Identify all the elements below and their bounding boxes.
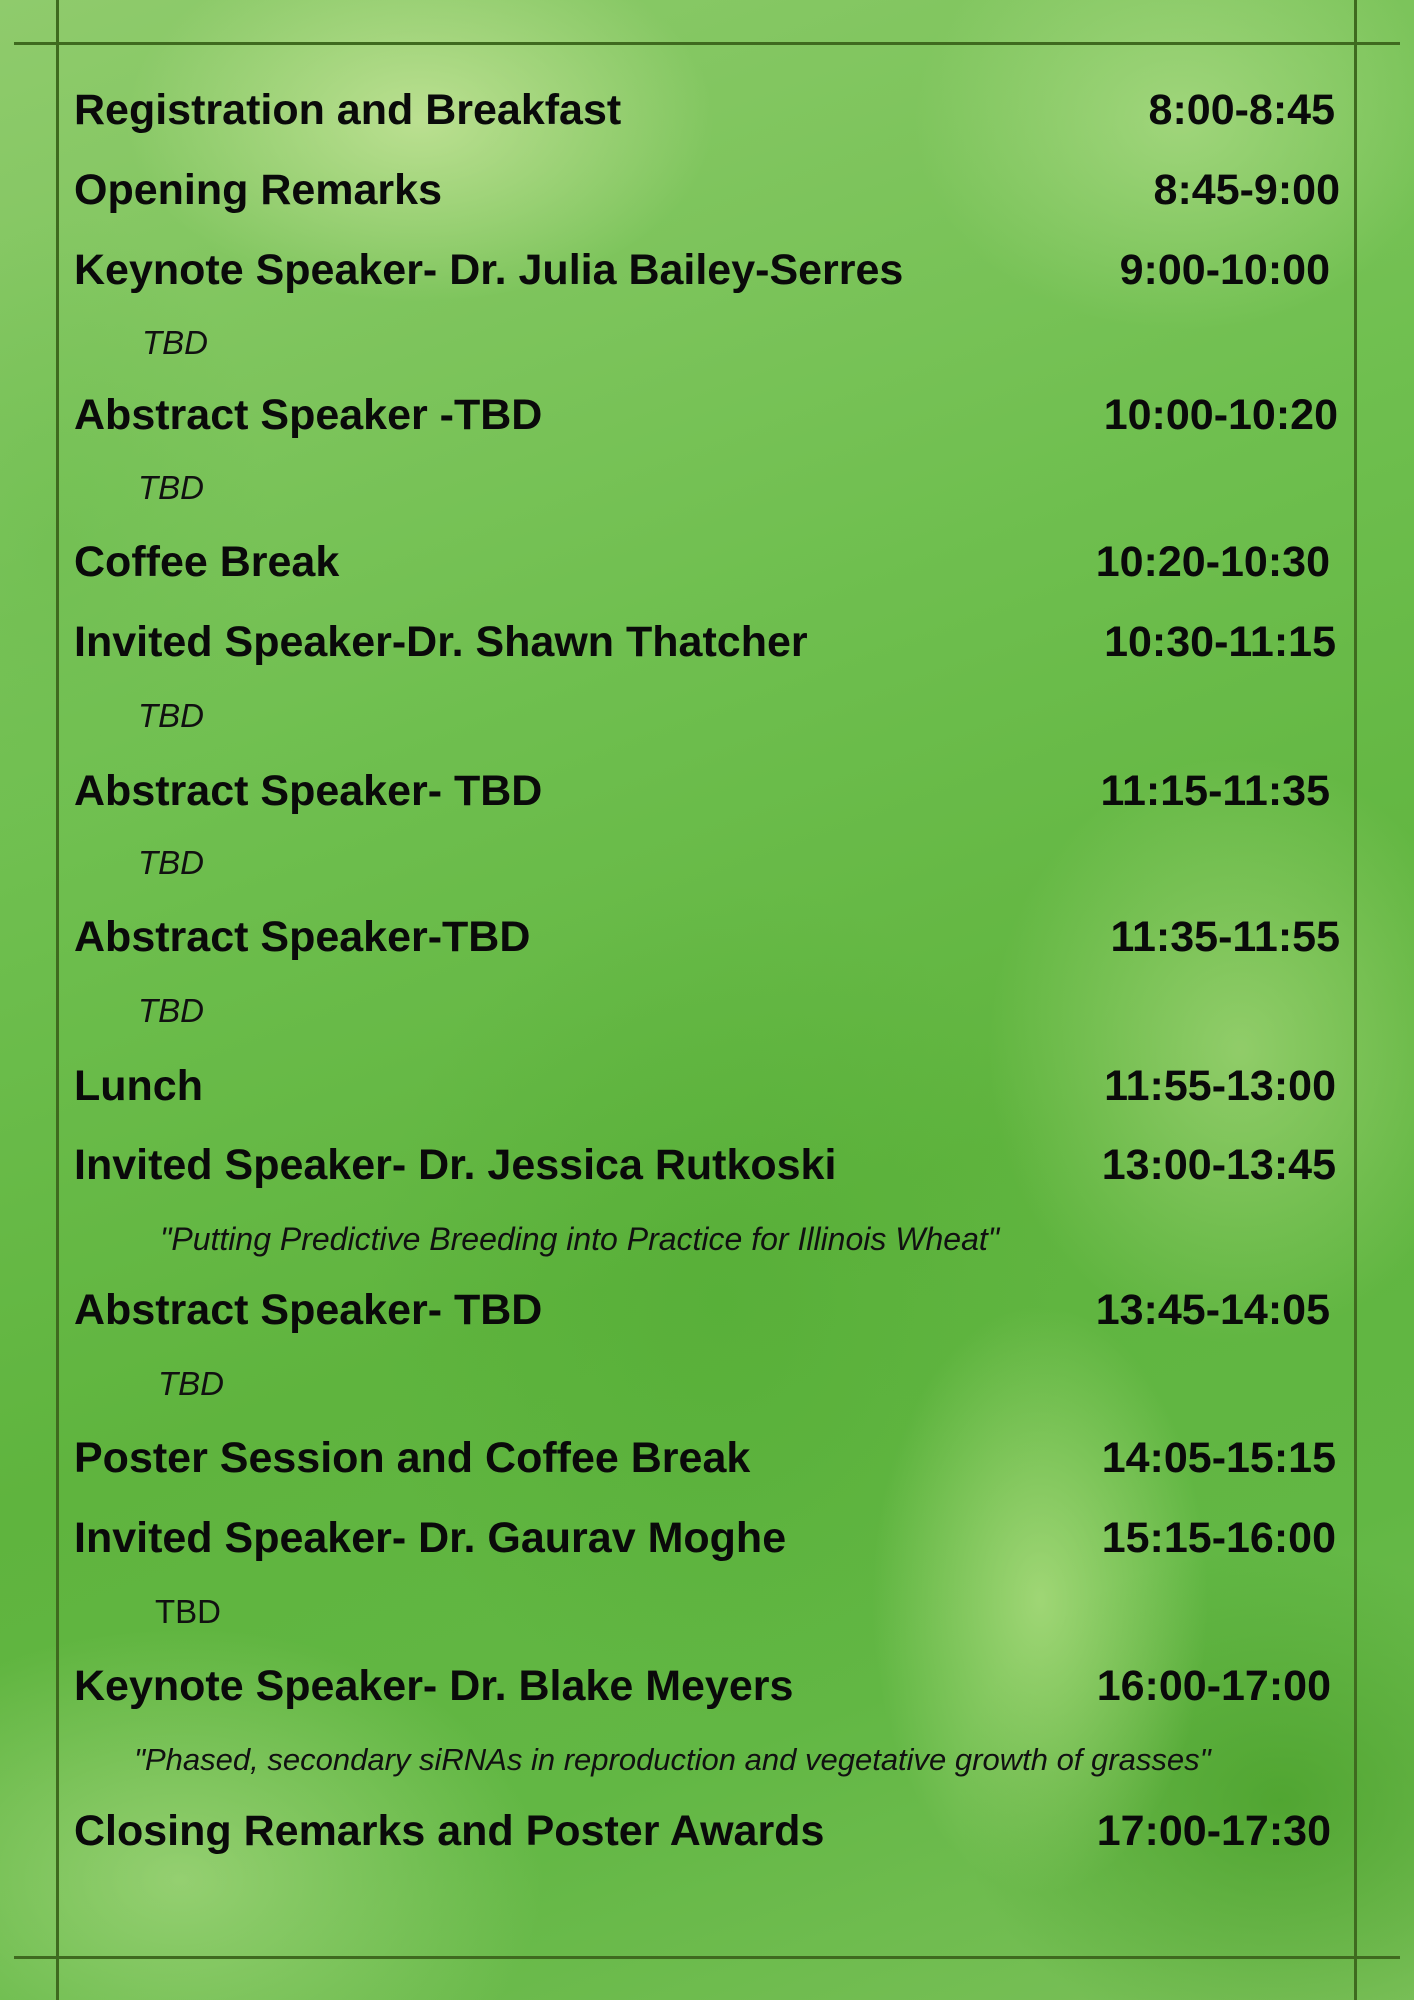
schedule-item-title: Invited Speaker- Dr. Gaurav Moghe [74,1514,787,1562]
left-border-line [56,0,59,2000]
schedule-item-detail: "Putting Predictive Breeding into Practi… [160,1221,1000,1257]
schedule-item-time: 14:05-15:15 [1101,1434,1336,1482]
schedule-item-detail: TBD [138,469,204,506]
schedule-item-time: 16:00-17:00 [1096,1662,1331,1710]
schedule-item-detail: TBD [155,1593,221,1630]
schedule-item-time: 10:20-10:30 [1095,538,1330,586]
schedule-item-title: Abstract Speaker -TBD [74,391,543,439]
schedule-item-time: 11:55-13:00 [1104,1062,1336,1110]
schedule-item-time: 10:00-10:20 [1103,391,1338,439]
schedule-item-title: Coffee Break [74,538,340,586]
top-border-line [14,42,1400,45]
schedule-item-detail: TBD [138,992,204,1029]
schedule-item-detail: "Phased, secondary siRNAs in reproductio… [134,1742,1211,1777]
schedule-item-time: 11:15-11:35 [1100,767,1330,815]
schedule-item-time: 10:30-11:15 [1104,618,1336,666]
schedule-item-detail: TBD [138,697,204,734]
schedule-item-detail: TBD [158,1365,224,1402]
schedule-item-title: Invited Speaker-Dr. Shawn Thatcher [74,618,808,666]
schedule-item-time: 11:35-11:55 [1110,913,1340,961]
schedule-item-title: Abstract Speaker- TBD [74,1286,543,1334]
schedule-item-time: 15:15-16:00 [1101,1514,1336,1562]
schedule-item-time: 13:45-14:05 [1095,1286,1330,1334]
schedule-item-title: Poster Session and Coffee Break [74,1434,751,1482]
schedule-item-time: 13:00-13:45 [1101,1141,1336,1189]
schedule-item-time: 17:00-17:30 [1096,1807,1331,1855]
schedule-item-time: 9:00-10:00 [1119,246,1330,294]
schedule-item-title: Abstract Speaker- TBD [74,767,543,815]
schedule-item-title: Closing Remarks and Poster Awards [74,1807,825,1855]
schedule-item-time: 8:00-8:45 [1148,86,1335,134]
bottom-border-line [14,1956,1400,1959]
schedule-item-title: Registration and Breakfast [74,86,622,134]
schedule-item-title: Keynote Speaker- Dr. Blake Meyers [74,1662,794,1710]
schedule-item-title: Keynote Speaker- Dr. Julia Bailey-Serres [74,246,904,294]
schedule-item-title: Opening Remarks [74,166,442,214]
schedule-item-title: Invited Speaker- Dr. Jessica Rutkoski [74,1141,837,1189]
right-border-line [1354,0,1357,2000]
schedule-item-time: 8:45-9:00 [1153,166,1340,214]
schedule-item-title: Abstract Speaker-TBD [74,913,531,961]
schedule-item-detail: TBD [138,844,204,881]
schedule-item-title: Lunch [74,1062,203,1110]
schedule-item-detail: TBD [142,324,208,361]
